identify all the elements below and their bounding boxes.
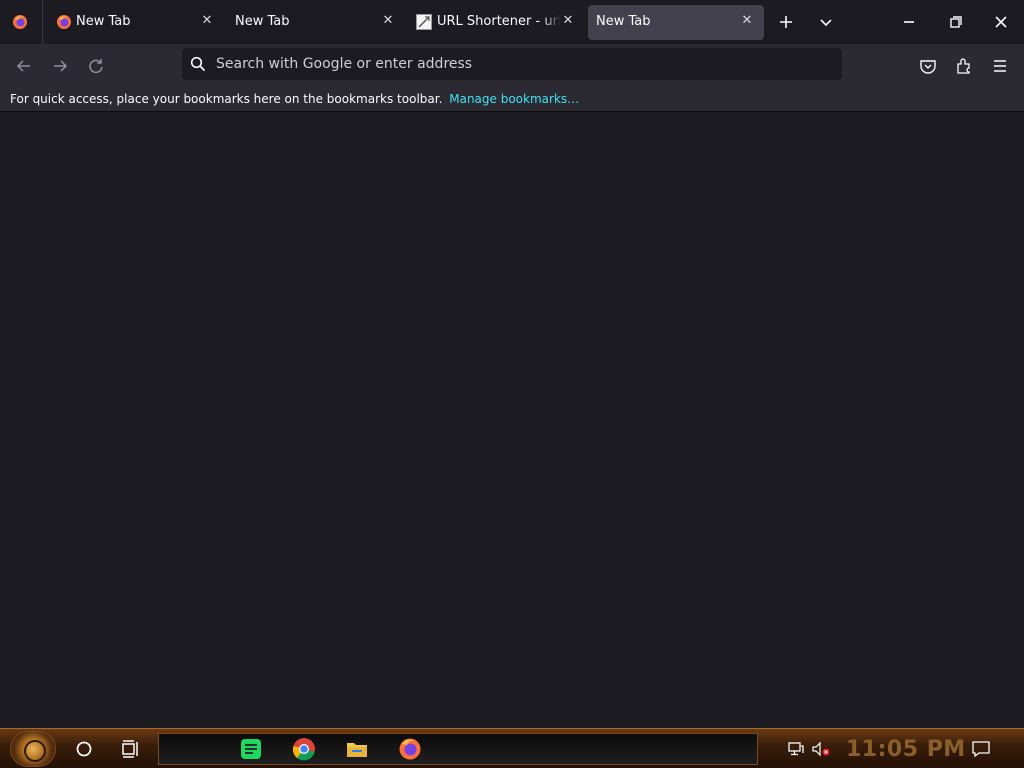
chat-app-icon[interactable] [238,736,264,762]
tab-url-shortener[interactable]: URL Shortener - url s ✕ [408,0,584,44]
restore-icon[interactable] [932,0,978,44]
page-content [0,112,1024,728]
clock[interactable]: 11:05 PM [846,737,966,762]
notifications-icon[interactable] [971,740,991,758]
network-icon[interactable] [787,741,805,757]
site-favicon [416,14,432,30]
file-explorer-icon[interactable] [344,736,370,762]
volume-muted-icon[interactable] [811,741,831,757]
pocket-icon[interactable] [914,52,942,80]
tab-new-tab-1[interactable]: New Tab ✕ [48,0,224,44]
tab-new-tab-selected[interactable]: New Tab ✕ [588,0,764,44]
close-tab-icon[interactable]: ✕ [199,13,215,29]
tab-new-tab-2[interactable]: New Tab ✕ [228,0,404,44]
reload-icon[interactable] [82,52,110,80]
tab-title: New Tab [596,14,651,29]
close-tab-icon[interactable]: ✕ [560,13,576,29]
tab-strip: New Tab ✕ New Tab ✕ URL Shortener - url … [0,0,1024,44]
bookmarks-toolbar: For quick access, place your bookmarks h… [0,86,1024,112]
nav-bar: Search with Google or enter address [0,44,1024,86]
url-bar[interactable]: Search with Google or enter address [182,48,842,80]
plus-icon[interactable] [774,10,798,34]
bookmarks-hint: For quick access, place your bookmarks h… [10,92,443,106]
extensions-icon[interactable] [950,52,978,80]
task-view-icon[interactable] [120,739,142,759]
tab-title: New Tab [235,14,290,29]
close-icon[interactable] [978,0,1024,44]
window-controls [886,0,1024,44]
chrome-glyph [292,738,315,761]
firefox-icon[interactable] [397,736,423,762]
firefox-glyph [399,738,421,760]
tab-title: URL Shortener - url s [437,14,561,29]
start-button[interactable] [10,731,56,767]
close-tab-icon[interactable]: ✕ [739,13,755,29]
arrow-right-icon[interactable] [46,52,74,80]
firefox-icon [57,15,71,29]
tab-title: New Tab [76,14,131,29]
close-tab-icon[interactable]: ✕ [380,13,396,29]
arrow-left-icon[interactable] [10,52,38,80]
bookmarks-empty-message: For quick access, place your bookmarks h… [10,92,579,106]
menu-icon[interactable] [986,52,1014,80]
chevron-down-icon[interactable] [814,10,838,34]
folder-glyph [347,743,367,757]
minimize-icon[interactable] [886,0,932,44]
search-icon [190,56,206,72]
taskbar: 11:05 PM [0,728,1024,768]
manage-bookmarks-link[interactable]: Manage bookmarks… [449,92,579,106]
chat-app-glyph [241,739,261,759]
url-placeholder: Search with Google or enter address [216,56,473,72]
firefox-view-icon[interactable] [12,14,28,30]
cortana-icon[interactable] [74,739,94,759]
tab-separator [42,0,43,44]
chrome-icon[interactable] [291,736,317,762]
